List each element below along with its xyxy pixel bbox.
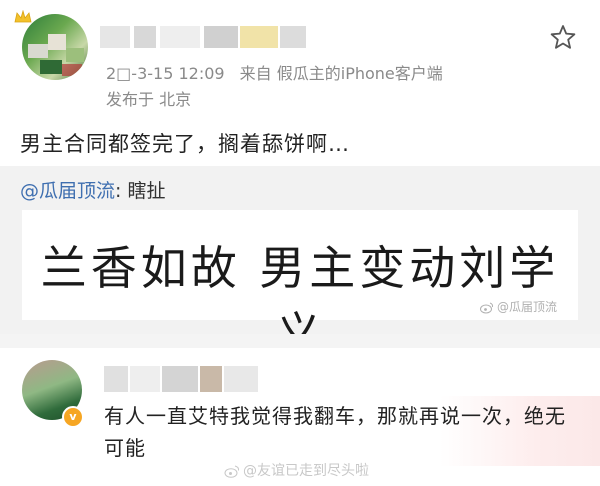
post-card-1: 2□-3-15 12:09 来自 假瓜主的iPhone客户端 发布于 北京 男主…: [0, 0, 600, 168]
post-source[interactable]: 来自 假瓜主的iPhone客户端: [240, 64, 443, 83]
verified-badge-icon: v: [62, 406, 84, 428]
post-card-2: v 有人一直艾特我觉得我翻车，那就再说一次，绝无可能 @友谊已走到尽头啦: [0, 348, 600, 486]
weibo-logo-icon: [480, 302, 494, 313]
crown-icon: [14, 10, 32, 23]
post-body: 有人一直艾特我觉得我翻车，那就再说一次，绝无可能: [104, 404, 566, 460]
post-meta: 2□-3-15 12:09 来自 假瓜主的iPhone客户端: [106, 60, 443, 84]
post-body: 男主合同都签完了，搁着舔饼啊…: [20, 132, 350, 156]
username-blurred[interactable]: [100, 26, 310, 48]
post-time: 2□-3-15 12:09: [106, 64, 225, 83]
watermark: @友谊已走到尽头啦: [224, 460, 369, 480]
separator: [0, 334, 600, 348]
username-blurred[interactable]: [104, 366, 264, 392]
repost-username[interactable]: @瓜届顶流: [20, 180, 115, 202]
watermark: @瓜届顶流: [480, 298, 557, 315]
watermark-text: @瓜届顶流: [497, 300, 558, 314]
repost-header: @瓜届顶流: 瞎扯: [20, 176, 165, 203]
watermark-text: @友谊已走到尽头啦: [243, 463, 369, 479]
star-icon[interactable]: [550, 24, 576, 50]
repost-title: 瞎扯: [121, 180, 166, 202]
weibo-logo-icon: [224, 465, 240, 478]
post-location: 发布于 北京: [106, 90, 192, 109]
